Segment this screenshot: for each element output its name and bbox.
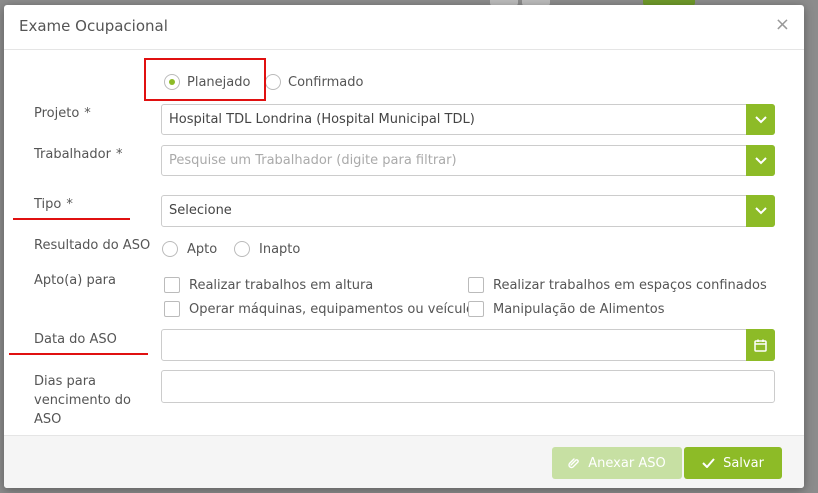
- highlight-underline: [13, 218, 130, 220]
- tipo-label: Tipo *: [34, 197, 73, 212]
- radio-unchecked-icon: [265, 74, 281, 90]
- chevron-down-icon[interactable]: [746, 195, 775, 227]
- checkbox-trabalho-altura[interactable]: Realizar trabalhos em altura: [164, 277, 373, 293]
- checkbox-operar-maquinas[interactable]: Operar máquinas, equipamentos ou veículo…: [164, 301, 481, 317]
- checkbox-espacos-confinados[interactable]: Realizar trabalhos em espaços confinados: [468, 277, 767, 293]
- checkbox-label: Manipulação de Alimentos: [493, 301, 665, 317]
- tipo-select[interactable]: Selecione: [161, 195, 775, 227]
- modal-header: Exame Ocupacional ×: [4, 5, 804, 50]
- checkbox-manipulacao-alimentos[interactable]: Manipulação de Alimentos: [468, 301, 665, 317]
- radio-inapto[interactable]: Inapto: [234, 241, 300, 257]
- radio-unchecked-icon: [234, 241, 250, 257]
- projeto-label: Projeto *: [34, 106, 91, 121]
- trabalhador-label: Trabalhador *: [34, 147, 123, 162]
- dias-vencimento-label: Dias para vencimento do ASO: [34, 374, 131, 427]
- calendar-icon[interactable]: [746, 329, 775, 361]
- projeto-select[interactable]: Hospital TDL Londrina (Hospital Municipa…: [161, 104, 775, 135]
- tipo-value: Selecione: [169, 203, 232, 218]
- checkbox-label: Realizar trabalhos em altura: [189, 277, 374, 293]
- modal-title: Exame Ocupacional: [19, 17, 168, 35]
- checkbox-icon: [164, 277, 180, 293]
- dias-vencimento-input[interactable]: [161, 370, 775, 403]
- salvar-label: Salvar: [723, 455, 764, 471]
- exame-ocupacional-modal: Exame Ocupacional × Planejado Confirmado…: [4, 5, 804, 488]
- chevron-down-icon[interactable]: [746, 104, 775, 135]
- trabalhador-placeholder: Pesquise um Trabalhador (digite para fil…: [169, 153, 457, 168]
- checkbox-icon: [468, 301, 484, 317]
- trabalhador-select[interactable]: Pesquise um Trabalhador (digite para fil…: [161, 145, 775, 176]
- check-icon: [702, 458, 715, 468]
- salvar-button[interactable]: Salvar: [684, 447, 782, 479]
- radio-unchecked-icon: [162, 241, 178, 257]
- radio-confirmado-label: Confirmado: [288, 74, 364, 90]
- data-aso-input[interactable]: [161, 329, 775, 361]
- apto-para-label: Apto(a) para: [34, 273, 116, 288]
- anexar-aso-label: Anexar ASO: [588, 455, 666, 471]
- data-aso-label: Data do ASO: [34, 332, 117, 347]
- paperclip-icon: [568, 458, 580, 469]
- highlight-box: [144, 58, 266, 101]
- checkbox-icon: [164, 301, 180, 317]
- chevron-down-icon[interactable]: [746, 145, 775, 176]
- radio-inapto-label: Inapto: [259, 241, 301, 257]
- checkbox-icon: [468, 277, 484, 293]
- resultado-label: Resultado do ASO: [34, 238, 151, 253]
- radio-apto-label: Apto: [187, 241, 218, 257]
- close-icon[interactable]: ×: [775, 16, 790, 34]
- checkbox-label: Realizar trabalhos em espaços confinados: [493, 277, 767, 293]
- checkbox-label: Operar máquinas, equipamentos ou veículo…: [189, 301, 481, 317]
- radio-confirmado[interactable]: Confirmado: [265, 74, 363, 90]
- anexar-aso-button[interactable]: Anexar ASO: [552, 447, 682, 479]
- highlight-underline: [9, 353, 148, 355]
- modal-footer: Anexar ASO Salvar: [4, 435, 804, 488]
- projeto-value: Hospital TDL Londrina (Hospital Municipa…: [169, 112, 475, 127]
- radio-apto[interactable]: Apto: [162, 241, 217, 257]
